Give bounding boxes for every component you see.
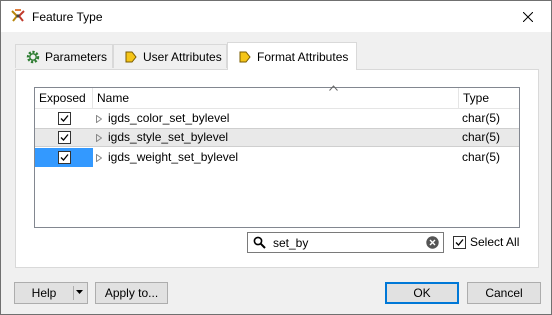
attribute-name: igds_style_set_bylevel bbox=[108, 130, 229, 144]
ok-button[interactable]: OK bbox=[385, 282, 459, 304]
window-title: Feature Type bbox=[32, 10, 103, 24]
column-header-exposed[interactable]: Exposed bbox=[35, 88, 93, 109]
table-row[interactable]: igds_weight_set_bylevel char(5) bbox=[35, 148, 519, 167]
attributes-table: Exposed Name Type igds_color_set_bylevel… bbox=[34, 85, 520, 228]
chevron-down-icon[interactable] bbox=[76, 290, 83, 294]
search-box[interactable] bbox=[247, 232, 444, 253]
checkmark-icon bbox=[60, 115, 69, 122]
column-header-name-label: Name bbox=[97, 91, 130, 105]
select-all-label: Select All bbox=[470, 235, 520, 249]
type-cell: char(5) bbox=[462, 150, 501, 164]
tab-label: User Attributes bbox=[143, 49, 222, 64]
checkmark-icon bbox=[455, 238, 464, 246]
expand-arrow-icon[interactable] bbox=[96, 153, 102, 162]
sort-ascending-icon bbox=[329, 85, 338, 91]
help-label: Help bbox=[31, 286, 57, 300]
apply-to-button[interactable]: Apply to... bbox=[95, 282, 168, 304]
feature-type-dialog: Feature Type Parameters User Attributes bbox=[0, 0, 552, 315]
tab-label: Parameters bbox=[45, 49, 108, 64]
table-row[interactable]: igds_style_set_bylevel char(5) bbox=[35, 128, 519, 147]
expand-arrow-icon[interactable] bbox=[96, 114, 102, 123]
tab-label: Format Attributes bbox=[257, 49, 349, 64]
table-header: Exposed Name Type bbox=[35, 85, 519, 109]
column-header-type[interactable]: Type bbox=[459, 88, 519, 109]
tab-parameters[interactable]: Parameters bbox=[15, 44, 113, 68]
help-button[interactable]: Help bbox=[14, 282, 88, 304]
exposed-cell[interactable] bbox=[35, 148, 93, 167]
attribute-name: igds_color_set_bylevel bbox=[108, 111, 230, 125]
exposed-checkbox[interactable] bbox=[57, 151, 71, 164]
name-cell: igds_color_set_bylevel bbox=[93, 109, 457, 128]
type-cell: char(5) bbox=[462, 130, 501, 144]
attribute-arrow-icon bbox=[123, 49, 139, 65]
name-cell: igds_weight_set_bylevel bbox=[93, 148, 457, 167]
gear-icon bbox=[25, 49, 41, 65]
exposed-checkbox[interactable] bbox=[57, 131, 71, 144]
exposed-checkbox[interactable] bbox=[57, 112, 71, 125]
name-cell: igds_style_set_bylevel bbox=[93, 128, 457, 147]
expand-arrow-icon[interactable] bbox=[96, 133, 102, 142]
attribute-name: igds_weight_set_bylevel bbox=[108, 150, 239, 164]
exposed-cell[interactable] bbox=[35, 128, 93, 147]
select-all-toggle[interactable]: Select All bbox=[453, 235, 519, 249]
select-all-checkbox[interactable] bbox=[453, 235, 466, 249]
tab-user-attributes[interactable]: User Attributes bbox=[113, 44, 227, 68]
search-input[interactable] bbox=[273, 235, 418, 250]
column-header-name[interactable]: Name bbox=[93, 85, 459, 109]
checkmark-icon bbox=[60, 154, 69, 161]
help-divider bbox=[73, 286, 74, 300]
cancel-button[interactable]: Cancel bbox=[467, 282, 541, 304]
checkmark-icon bbox=[60, 134, 69, 141]
search-icon bbox=[253, 236, 266, 249]
type-cell: char(5) bbox=[462, 111, 501, 125]
close-icon bbox=[523, 11, 533, 22]
tab-format-attributes[interactable]: Format Attributes bbox=[227, 42, 357, 70]
fme-icon bbox=[10, 8, 26, 24]
clear-icon[interactable] bbox=[426, 236, 439, 249]
close-button[interactable] bbox=[505, 1, 551, 32]
table-row[interactable]: igds_color_set_bylevel char(5) bbox=[35, 109, 519, 128]
attribute-arrow-icon bbox=[237, 49, 253, 65]
title-bar: Feature Type bbox=[1, 1, 551, 32]
format-attributes-panel: Exposed Name Type igds_color_set_bylevel… bbox=[15, 69, 539, 268]
exposed-cell[interactable] bbox=[35, 109, 93, 128]
